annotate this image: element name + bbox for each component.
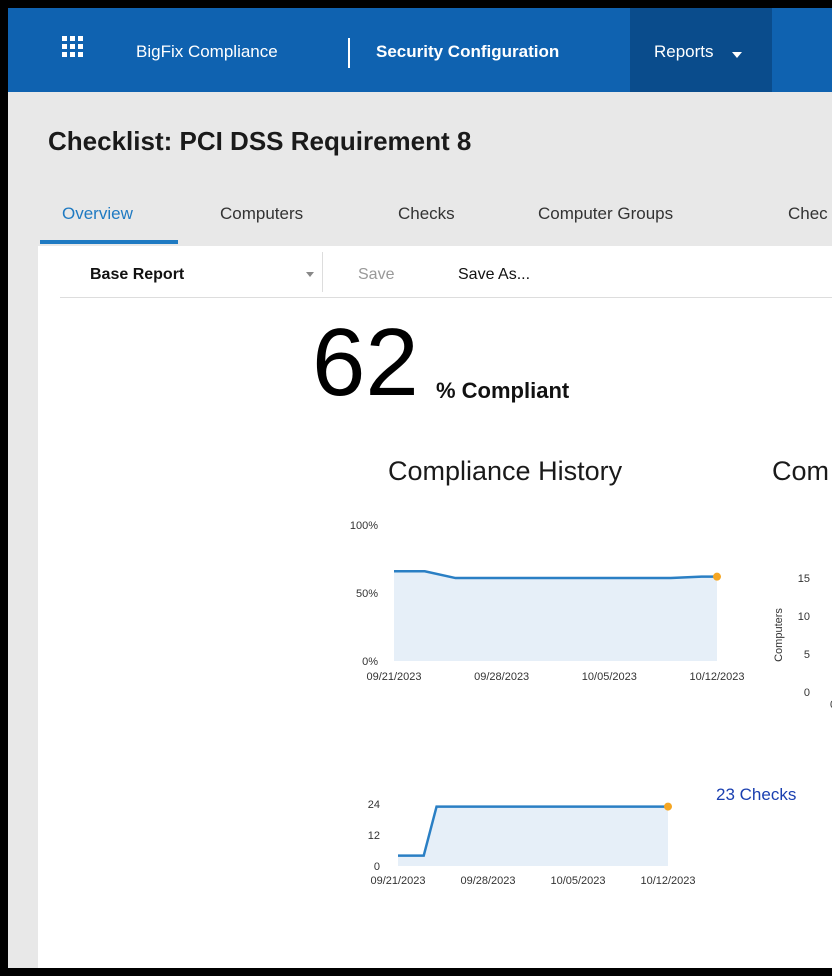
last-point-marker — [664, 802, 672, 811]
y-tick-label: 24 — [368, 799, 380, 811]
tab-computer-groups[interactable]: Computer Groups — [538, 204, 673, 224]
y-tick-label: 100% — [350, 520, 378, 532]
x-tick-label: 09/21/2023 — [370, 875, 425, 887]
checks-history-chart: 0 12 24 09/21/2023 09/28/2023 10/05/2023 10/12… — [368, 799, 696, 887]
nav-divider — [348, 38, 350, 68]
page-header: Checklist: PCI DSS Requirement 8 Overvie… — [8, 92, 832, 246]
y-tick-label: 0 — [374, 861, 380, 873]
app-name-link[interactable]: BigFix Compliance — [136, 42, 278, 62]
left-gutter — [8, 246, 38, 968]
x-tick-label: 10/12/2023 — [640, 875, 695, 887]
y-tick-label: 10 — [798, 611, 810, 623]
tab-overview[interactable]: Overview — [62, 204, 133, 224]
save-as-button[interactable]: Save As... — [458, 266, 530, 284]
x-tick-label: 09/21/2023 — [366, 671, 421, 683]
last-point-marker — [713, 572, 721, 581]
active-tab-indicator — [40, 240, 178, 244]
y-axis-label: Computers — [773, 608, 785, 662]
report-toolbar: Base Report Save Save As... — [60, 246, 832, 298]
report-select[interactable]: Base Report — [90, 266, 184, 284]
computers-chart-title: Com — [772, 456, 830, 486]
series-area — [394, 571, 717, 661]
caret-down-icon[interactable] — [306, 272, 314, 277]
y-tick-label: 0 — [804, 687, 810, 699]
caret-down-icon — [732, 52, 742, 58]
tab-checks[interactable]: Checks — [398, 204, 455, 224]
x-tick-label: 10/05/2023 — [550, 875, 605, 887]
tab-check-results[interactable]: Chec — [788, 204, 828, 224]
compliance-history-chart: 0% 50% 100% 09/21/2023 09/28/2023 10/05/2023 1… — [350, 520, 745, 683]
computers-chart: 051015Computers0 — [773, 573, 832, 708]
x-tick-label: 09/28/2023 — [460, 875, 515, 887]
compliance-history-title: Compliance History — [388, 456, 623, 486]
series-area — [398, 806, 668, 866]
page-title: Checklist: PCI DSS Requirement 8 — [48, 126, 472, 156]
top-nav-bar: BigFix Compliance Security Configuration… — [8, 8, 832, 92]
app-frame: BigFix Compliance Security Configuration… — [8, 8, 832, 968]
x-tick-label: 10/05/2023 — [582, 671, 637, 683]
checks-count-link[interactable]: 23 Checks — [716, 785, 796, 805]
y-tick-label: 15 — [798, 573, 810, 585]
toolbar-divider — [322, 252, 323, 292]
compliance-percent-label: % Compliant — [436, 378, 570, 403]
y-tick-label: 0% — [362, 656, 378, 668]
y-tick-label: 50% — [356, 588, 378, 600]
tab-computers[interactable]: Computers — [220, 204, 303, 224]
y-tick-label: 5 — [804, 649, 810, 661]
reports-menu-label: Reports — [654, 42, 714, 61]
section-name-link[interactable]: Security Configuration — [376, 42, 559, 62]
app-launcher-grid-icon[interactable] — [62, 36, 84, 58]
y-tick-label: 12 — [368, 830, 380, 842]
compliance-percent-value: 62 — [312, 309, 419, 416]
x-tick-label: 10/12/2023 — [689, 671, 744, 683]
x-tick-label: 09/28/2023 — [474, 671, 529, 683]
save-button[interactable]: Save — [358, 266, 394, 284]
reports-menu[interactable]: Reports — [630, 8, 772, 92]
